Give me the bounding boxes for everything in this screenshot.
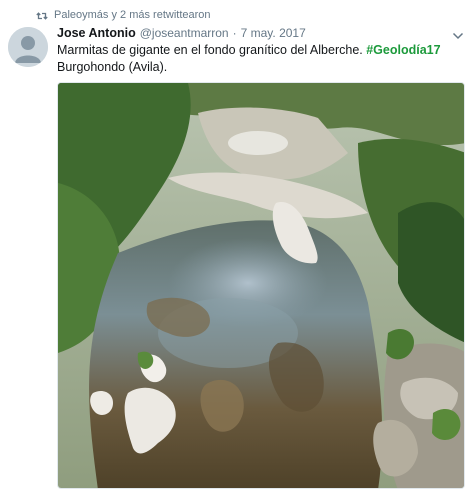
tweet-photo[interactable] (57, 82, 465, 489)
tweet-body: Marmitas de gigante en el fondo granític… (57, 43, 363, 57)
separator-dot: · (232, 26, 237, 40)
retweet-icon (36, 9, 48, 21)
avatar[interactable] (8, 27, 48, 67)
author-handle[interactable]: @joseantmarron (140, 26, 229, 40)
tweet-header: Jose Antonio @joseantmarron · 7 may. 201… (57, 26, 443, 40)
tweet-date[interactable]: 7 may. 2017 (241, 26, 306, 40)
tweet-text: Marmitas de gigante en el fondo granític… (57, 42, 462, 76)
tweet-text-line-1: Marmitas de gigante en el fondo granític… (57, 42, 462, 59)
retweet-text[interactable]: Paleoymás y 2 más retwittearon (54, 9, 211, 21)
author-name[interactable]: Jose Antonio (57, 26, 136, 40)
retweet-context: Paleoymás y 2 más retwittearon (36, 8, 211, 22)
chevron-down-icon[interactable] (452, 28, 464, 40)
default-avatar-icon (8, 27, 48, 67)
tweet-location: Burgohondo (Avila). (57, 60, 168, 74)
river-photo (58, 83, 464, 488)
hashtag-link[interactable]: #Geolodía17 (366, 43, 440, 57)
